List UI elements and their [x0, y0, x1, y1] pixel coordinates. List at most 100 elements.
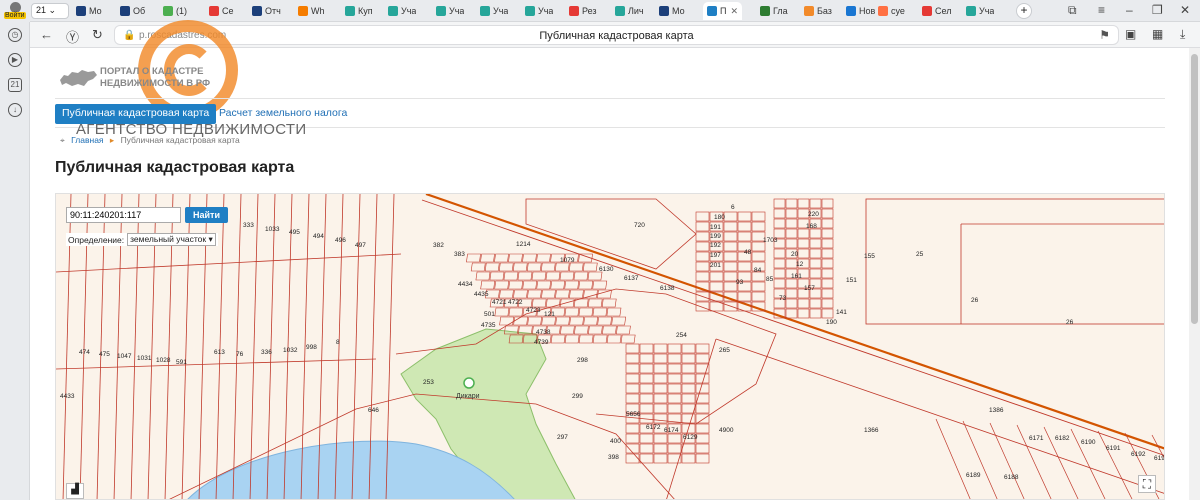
parcel-label: 48: [744, 249, 752, 256]
map-shape: [625, 343, 640, 354]
parcel-label: 211: [56, 194, 67, 196]
map-layers-button[interactable]: ▟: [66, 483, 84, 499]
map-shape: [667, 443, 682, 454]
map-shape: [821, 198, 834, 209]
minimize-button[interactable]: –: [1126, 3, 1133, 17]
map-shape: [653, 363, 668, 374]
browser-tab[interactable]: Рез: [569, 2, 597, 20]
definition-select[interactable]: земельный участок ▾: [127, 233, 216, 246]
breadcrumb-home-link[interactable]: Главная: [71, 135, 103, 145]
cadastral-number-input[interactable]: [66, 207, 181, 223]
browser-tab[interactable]: П ✕: [703, 2, 743, 20]
tab-favicon-icon: [163, 6, 173, 16]
play-icon[interactable]: ▶: [8, 53, 22, 67]
bookmark-icon[interactable]: ⚑: [1099, 28, 1110, 42]
map-shape: [797, 298, 810, 309]
parcel-label: 1047: [117, 353, 132, 360]
map-shape: [667, 433, 682, 444]
map-shape: [715, 338, 1164, 494]
map-shape: [695, 433, 710, 444]
page-scrollbar[interactable]: [1189, 48, 1200, 500]
map-shape: [809, 198, 822, 209]
browser-tab[interactable]: Уча: [525, 2, 553, 20]
browser-tab[interactable]: Се: [209, 2, 234, 20]
map-shape: [583, 289, 598, 299]
browser-tab[interactable]: Куп: [345, 2, 373, 20]
parcel-label: 495: [289, 229, 300, 236]
map-shape: [723, 251, 738, 262]
maximize-button[interactable]: ❐: [1152, 3, 1163, 17]
browser-tab[interactable]: Отч: [252, 2, 281, 20]
browser-tab[interactable]: Сел: [922, 2, 951, 20]
browser-tab[interactable]: Уча: [388, 2, 416, 20]
history-icon[interactable]: ◷: [8, 28, 22, 42]
map-shape: [785, 218, 798, 229]
browser-tab[interactable]: Уча: [480, 2, 508, 20]
browser-tab[interactable]: Мо: [76, 2, 102, 20]
map-shape: [709, 281, 724, 292]
map-shape: [989, 422, 1025, 499]
browser-tab[interactable]: (1): [163, 2, 187, 20]
map-shape: [592, 334, 608, 344]
tab-label: Уча: [538, 6, 554, 16]
map-shape: [809, 238, 822, 249]
tab-label: Уча: [979, 6, 995, 16]
map-shape: [508, 253, 523, 263]
map-shape: [737, 221, 752, 232]
map-shape: [695, 231, 710, 242]
map-shape: [797, 198, 810, 209]
close-window-button[interactable]: ✕: [1180, 3, 1190, 17]
tab-label: Уча: [401, 6, 417, 16]
workspace-switcher[interactable]: 21 ⌄: [31, 3, 69, 19]
fullscreen-button[interactable]: ⛶: [1138, 475, 1156, 493]
map-shape: [597, 316, 613, 326]
downloads-icon[interactable]: ⤓: [1180, 27, 1185, 42]
reading-icon[interactable]: ▣: [1125, 27, 1136, 41]
browser-tab[interactable]: Мо: [659, 2, 685, 20]
browser-tab[interactable]: Wh: [298, 2, 325, 20]
browser-tab[interactable]: Гла: [760, 2, 788, 20]
browser-tab[interactable]: Об: [120, 2, 145, 20]
browser-tab[interactable]: Баз: [804, 2, 832, 20]
parcel-label: 591: [176, 359, 187, 366]
close-tab-icon[interactable]: ✕: [730, 6, 738, 17]
map-shape: [723, 261, 738, 272]
extension-icon[interactable]: ▦: [1152, 27, 1163, 41]
browser-tab[interactable]: Уча: [436, 2, 464, 20]
parcel-label: 199: [710, 233, 721, 240]
map-shape: [785, 298, 798, 309]
map-shape: [513, 289, 528, 299]
tab-land-tax[interactable]: Расчет земельного налога: [219, 107, 347, 119]
parcel-label: 6192: [1131, 451, 1146, 458]
map-shape: [695, 413, 710, 424]
menu-icon[interactable]: ≡: [1098, 3, 1105, 17]
cadastral-map[interactable]: 382 383 1214 1079 6130 6137 6138 720 25 26 26 501 47…: [55, 193, 1165, 500]
scrollbar-thumb[interactable]: [1191, 54, 1198, 324]
browser-tab[interactable]: Лич: [615, 2, 644, 20]
map-shape: [639, 453, 654, 464]
map-shape: [821, 278, 834, 289]
map-canvas[interactable]: 3823831214107961306137613872025262650147…: [56, 194, 1165, 500]
map-shape: [56, 358, 377, 370]
map-shape: [695, 301, 710, 312]
calendar-icon[interactable]: 21: [8, 78, 22, 92]
download-icon[interactable]: ↓: [8, 103, 22, 117]
parcel-label: 613: [214, 349, 225, 356]
new-tab-button[interactable]: +: [1016, 3, 1032, 19]
browser-tab[interactable]: Уча: [966, 2, 994, 20]
reload-button[interactable]: ↻: [92, 27, 103, 43]
yandex-icon[interactable]: Ⓨ: [66, 27, 79, 46]
address-bar[interactable]: 🔒 p.roscadastres.com Публичная кадастров…: [114, 25, 1119, 45]
browser-tab[interactable]: Нов: [846, 2, 875, 20]
find-button[interactable]: Найти: [185, 207, 228, 223]
login-button[interactable]: Войти: [0, 0, 30, 22]
map-shape: [480, 280, 496, 290]
tab-favicon-icon: [878, 6, 888, 16]
tab-label: Гла: [773, 6, 788, 16]
tab-label: (1): [176, 6, 187, 16]
back-button[interactable]: ←: [40, 27, 53, 42]
map-shape: [773, 208, 786, 219]
map-shape: [489, 271, 505, 281]
tab-collections-icon[interactable]: ⧉: [1068, 3, 1077, 18]
browser-tab[interactable]: суе: [878, 2, 905, 20]
